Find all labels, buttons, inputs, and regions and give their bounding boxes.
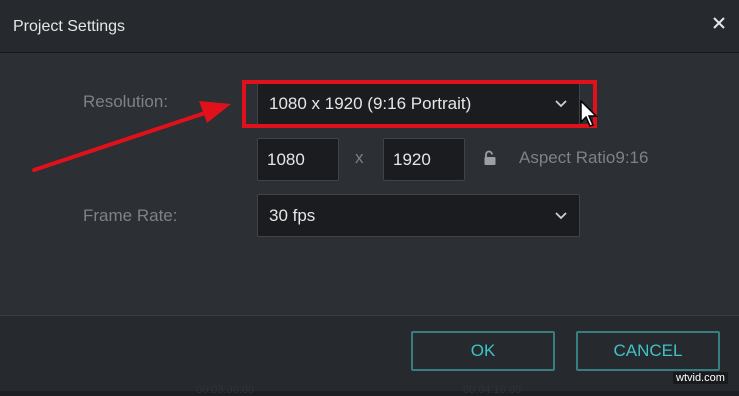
mouse-cursor-icon bbox=[580, 100, 598, 127]
watermark: wtvid.com bbox=[673, 372, 728, 384]
red-arrow-annotation bbox=[32, 101, 231, 172]
